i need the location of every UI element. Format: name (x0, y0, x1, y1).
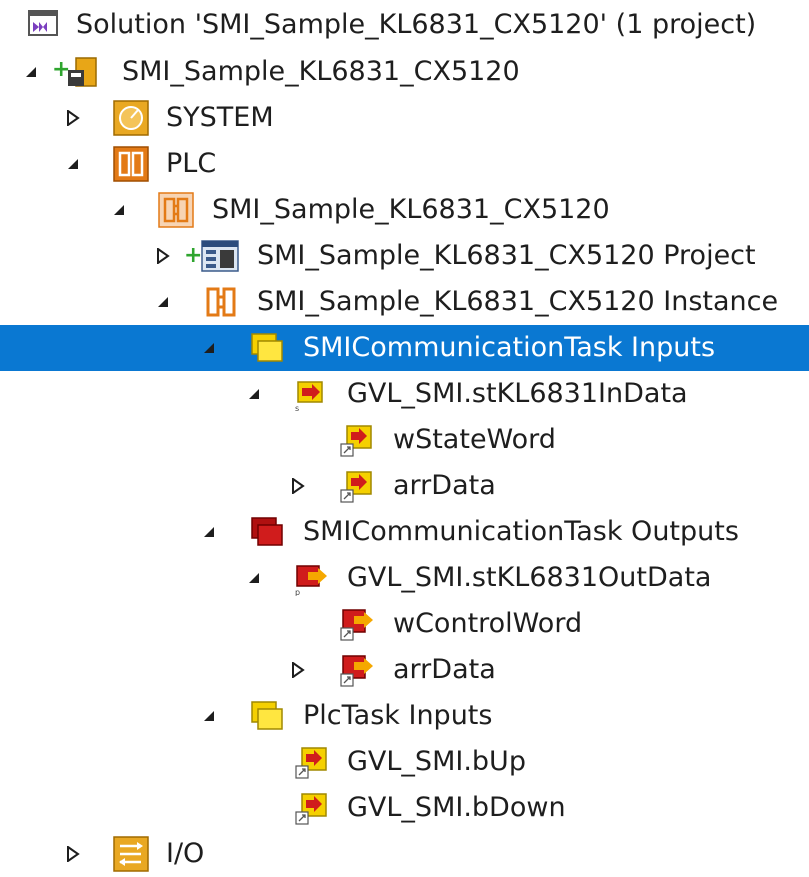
expand-arrow-icon[interactable] (62, 831, 84, 877)
tree-item-system[interactable]: SYSTEM (0, 95, 809, 141)
tree-item-plc[interactable]: PLC (0, 141, 809, 187)
collapse-arrow-icon[interactable] (198, 693, 220, 739)
tree-item-label: GVL_SMI.stKL6831OutData (347, 562, 712, 593)
tree-item-label: GVL_SMI.bDown (347, 792, 566, 823)
output-variable-icon (340, 655, 373, 687)
tree-item-out-control-word[interactable]: wControlWord (0, 601, 809, 647)
output-image-icon (251, 517, 283, 546)
tree-item-label: PlcTask Inputs (303, 700, 493, 731)
input-variable-icon (295, 793, 327, 825)
tree-item-bdown[interactable]: GVL_SMI.bDown (0, 785, 809, 831)
collapse-arrow-icon[interactable] (62, 141, 84, 187)
collapse-arrow-icon[interactable] (108, 187, 130, 233)
tree-item-comm-outputs[interactable]: SMICommunicationTask Outputs (0, 509, 809, 555)
svg-text:s: s (295, 404, 299, 412)
tree-item-label: wStateWord (393, 424, 556, 455)
tree-item-plc-project[interactable]: SMI_Sample_KL6831_CX5120 (0, 187, 809, 233)
collapse-arrow-icon[interactable] (20, 49, 42, 95)
tree-item-label: SMI_Sample_KL6831_CX5120 (212, 194, 610, 225)
tree-item-label: SMI_Sample_KL6831_CX5120 Project (257, 240, 756, 271)
collapse-arrow-icon[interactable] (152, 279, 174, 325)
tree-item-label: PLC (166, 148, 217, 179)
tree-item-in-arr-data[interactable]: arrData (0, 463, 809, 509)
tree-item-label: GVL_SMI.stKL6831InData (347, 378, 688, 409)
expand-arrow-icon[interactable] (62, 95, 84, 141)
input-image-icon (251, 701, 283, 730)
input-variable-icon (340, 425, 372, 457)
tree-item-label: GVL_SMI.bUp (347, 746, 526, 777)
solution-explorer-tree: Solution 'SMI_Sample_KL6831_CX5120' (1 p… (0, 0, 809, 873)
expand-arrow-icon[interactable] (287, 647, 309, 693)
tree-item-project[interactable]: + SMI_Sample_KL6831_CX5120 (0, 49, 809, 95)
tree-item-plctask-inputs[interactable]: PlcTask Inputs (0, 693, 809, 739)
plc-icon (113, 146, 149, 182)
plc-source-icon (201, 240, 239, 272)
tree-item-in-state-word[interactable]: wStateWord (0, 417, 809, 463)
svg-text:p: p (295, 588, 300, 596)
collapse-arrow-icon[interactable] (198, 509, 220, 555)
output-variable-icon: p (295, 565, 327, 596)
output-variable-icon (340, 609, 373, 641)
collapse-arrow-icon[interactable] (243, 555, 265, 601)
tree-item-out-data[interactable]: p GVL_SMI.stKL6831OutData (0, 555, 809, 601)
input-variable-icon (340, 471, 372, 503)
tree-item-label: arrData (393, 470, 496, 501)
collapse-arrow-icon[interactable] (243, 371, 265, 417)
tree-item-label: SMI_Sample_KL6831_CX5120 (122, 56, 520, 87)
tree-item-label: SYSTEM (166, 102, 274, 133)
tree-item-label: SMICommunicationTask Inputs (303, 332, 716, 363)
twincat-project-icon (68, 57, 97, 87)
tree-item-label: I/O (166, 838, 205, 869)
tree-item-label: Solution 'SMI_Sample_KL6831_CX5120' (1 p… (76, 9, 757, 40)
io-icon (113, 836, 149, 872)
input-variable-icon: s (295, 381, 323, 412)
expand-arrow-icon[interactable] (287, 463, 309, 509)
tree-item-label: arrData (393, 654, 496, 685)
solution-icon (28, 10, 58, 36)
tree-item-label: SMI_Sample_KL6831_CX5120 Instance (257, 286, 779, 317)
tree-item-out-arr-data[interactable]: arrData (0, 647, 809, 693)
system-icon (113, 100, 149, 136)
tree-item-label: SMICommunicationTask Outputs (303, 516, 739, 547)
tree-item-plc-instance[interactable]: SMI_Sample_KL6831_CX5120 Instance (0, 279, 809, 325)
tree-item-bup[interactable]: GVL_SMI.bUp (0, 739, 809, 785)
plc-instance-icon (206, 287, 236, 317)
tree-item-plc-project-sub[interactable]: + SMI_Sample_KL6831_CX5120 Project (0, 233, 809, 279)
expand-arrow-icon[interactable] (152, 233, 174, 279)
input-image-icon (251, 333, 283, 362)
collapse-arrow-icon[interactable] (198, 325, 220, 371)
plc-project-icon (158, 192, 194, 228)
tree-item-in-data[interactable]: s GVL_SMI.stKL6831InData (0, 371, 809, 417)
tree-item-io[interactable]: I/O (0, 831, 809, 877)
tree-item-label: wControlWord (393, 608, 583, 639)
tree-item-comm-inputs[interactable]: SMICommunicationTask Inputs (0, 325, 809, 371)
input-variable-icon (295, 747, 327, 779)
tree-item-solution[interactable]: Solution 'SMI_Sample_KL6831_CX5120' (1 p… (0, 2, 809, 48)
